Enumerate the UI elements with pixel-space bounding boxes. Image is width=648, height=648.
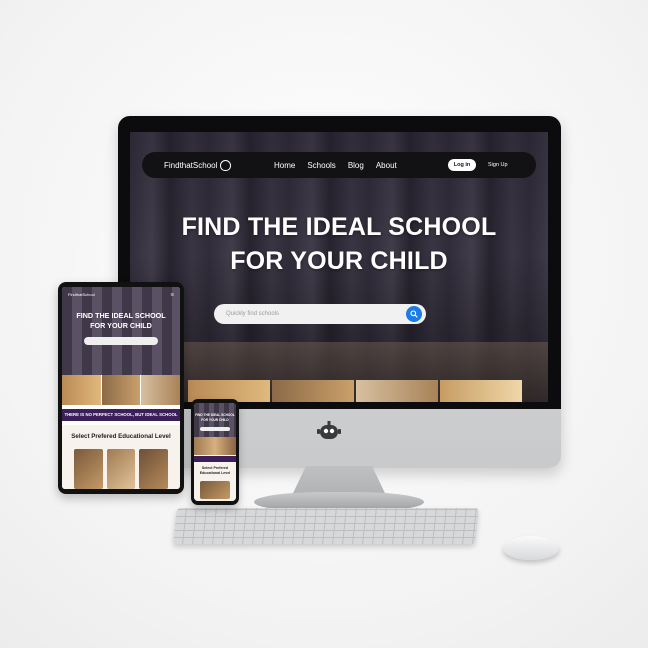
level-card[interactable] xyxy=(139,449,169,489)
mouse xyxy=(503,536,559,560)
tablet-banner: THERE IS NO PERFECT SCHOOL, BUT IDEAL SC… xyxy=(62,409,180,421)
phone-screen: FIND THE IDEAL SCHOOL FOR YOUR CHILD Sel… xyxy=(194,403,236,501)
nav-blog[interactable]: Blog xyxy=(348,161,364,170)
robot-logo-icon xyxy=(317,421,341,439)
phone-hero-line2: FOR YOUR CHILD xyxy=(201,417,229,422)
school-photo xyxy=(440,380,522,402)
level-card[interactable] xyxy=(74,449,103,489)
tablet-brand[interactable]: FindthatSchool xyxy=(68,292,95,297)
tablet-level-cards xyxy=(74,449,169,489)
hero-title: FIND THE IDEAL SCHOOL FOR YOUR CHILD xyxy=(130,210,548,278)
tablet-hero-title: FIND THE IDEAL SCHOOL FOR YOUR CHILD xyxy=(62,311,180,331)
school-photo xyxy=(141,375,180,405)
phone-section-line2: Educational Level xyxy=(199,471,231,475)
search-button[interactable] xyxy=(406,306,422,322)
nav-schools[interactable]: Schools xyxy=(307,161,335,170)
desktop-navbar: FindthatSchool Home Schools Blog About L… xyxy=(142,152,536,178)
desktop-screen: FindthatSchool Home Schools Blog About L… xyxy=(130,132,548,402)
school-photo xyxy=(101,375,141,405)
nav-about[interactable]: About xyxy=(376,161,397,170)
search-icon xyxy=(410,310,418,318)
level-card[interactable] xyxy=(200,481,230,499)
school-photo xyxy=(272,380,354,402)
tablet-photo-strip xyxy=(62,375,180,405)
desktop-nav-links: Home Schools Blog About xyxy=(274,161,397,170)
tablet-hero-line1: FIND THE IDEAL SCHOOL xyxy=(76,311,166,320)
phone-hero-title: FIND THE IDEAL SCHOOL FOR YOUR CHILD xyxy=(194,413,236,422)
phone-school-photo xyxy=(194,437,236,455)
login-button[interactable]: Log in xyxy=(448,159,476,171)
tablet-section-title: Select Prefered Educational Level xyxy=(71,433,171,440)
search-placeholder: Quickly find schools xyxy=(226,311,280,317)
school-photo-strip xyxy=(188,380,522,402)
level-card[interactable] xyxy=(106,449,136,489)
phone-hero-line1: FIND THE IDEAL SCHOOL xyxy=(195,413,235,417)
tablet-search-input[interactable] xyxy=(84,337,158,345)
school-photo xyxy=(356,380,438,402)
tablet-screen: FindthatSchool ☰ FIND THE IDEAL SCHOOL F… xyxy=(62,287,180,489)
tablet-hero xyxy=(62,287,180,375)
tablet-navbar: FindthatSchool ☰ xyxy=(62,289,180,299)
tablet-hero-line2: FOR YOUR CHILD xyxy=(90,321,152,330)
phone-section-title: Select Prefered Educational Level xyxy=(194,466,236,476)
nav-home[interactable]: Home xyxy=(274,161,295,170)
signup-link[interactable]: Sign Up xyxy=(488,159,508,171)
hero-title-line2: FOR YOUR CHILD xyxy=(230,247,448,275)
owl-logo-icon xyxy=(220,159,232,171)
desktop-brand[interactable]: FindthatSchool xyxy=(164,159,232,171)
search-input[interactable]: Quickly find schools xyxy=(214,304,426,324)
keyboard xyxy=(173,508,479,544)
school-photo xyxy=(62,375,101,405)
hero-title-line1: FIND THE IDEAL SCHOOL xyxy=(181,213,497,241)
phone-device: FIND THE IDEAL SCHOOL FOR YOUR CHILD Sel… xyxy=(191,399,239,505)
menu-icon[interactable]: ☰ xyxy=(170,292,174,297)
brand-name: FindthatSchool xyxy=(164,160,218,170)
tablet-device: FindthatSchool ☰ FIND THE IDEAL SCHOOL F… xyxy=(58,282,184,494)
phone-search-input[interactable] xyxy=(200,427,230,431)
